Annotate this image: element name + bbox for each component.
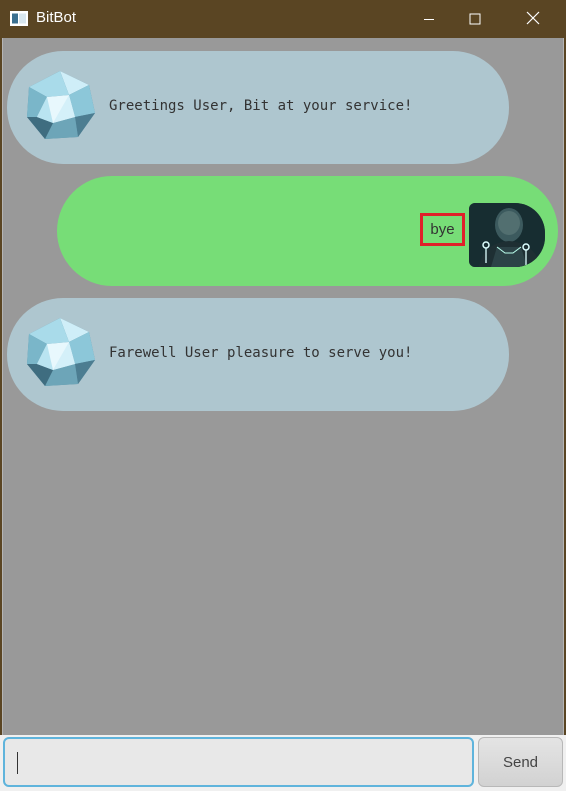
maximize-icon <box>469 10 481 29</box>
send-button-label: Send <box>502 753 539 771</box>
message-text: Farewell User pleasure to serve you! <box>109 345 413 361</box>
maximize-button[interactable] <box>452 0 498 38</box>
minimize-button[interactable] <box>406 0 452 38</box>
message-input[interactable] <box>3 737 474 787</box>
message-text: Greetings User, Bit at your service! <box>109 98 413 114</box>
text-caret <box>17 752 18 774</box>
title-bar: BitBot <box>0 0 566 38</box>
bot-message-bubble: Farewell User pleasure to serve you! <box>7 298 509 411</box>
input-bar: Send <box>0 735 566 791</box>
crystal-icosahedron-avatar <box>23 69 97 143</box>
app-window: BitBot Greetings User, Bit at your servi… <box>0 0 566 791</box>
message-text: bye <box>430 221 455 238</box>
minimize-icon <box>423 10 435 29</box>
user-message-bubble: bye <box>57 176 558 286</box>
send-button[interactable]: Send <box>478 737 563 787</box>
chat-scroll-pane[interactable]: Greetings User, Bit at your service! bye <box>2 38 564 735</box>
bot-message-bubble: Greetings User, Bit at your service! <box>7 51 509 164</box>
close-icon <box>526 10 540 29</box>
window-title: BitBot <box>36 9 77 26</box>
user-message-text-highlight: bye <box>420 213 465 246</box>
user-photo-avatar <box>469 203 545 267</box>
app-window-icon <box>10 11 28 26</box>
crystal-icosahedron-avatar <box>23 316 97 390</box>
close-button[interactable] <box>510 0 556 38</box>
